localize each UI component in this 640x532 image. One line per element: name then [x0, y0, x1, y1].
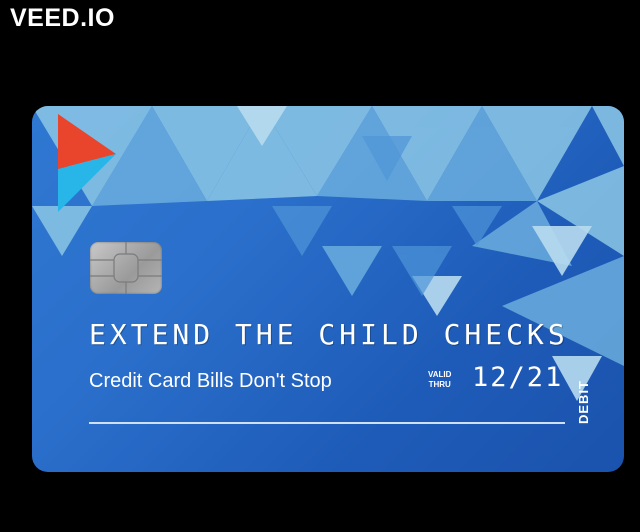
watermark-logo: VEED.IO [10, 4, 115, 32]
card-brand-icon [58, 114, 116, 212]
chip-icon [90, 242, 162, 294]
expiry-date: 12/21 [472, 362, 564, 393]
card-divider [89, 422, 565, 424]
card-subline: Credit Card Bills Don't Stop [89, 370, 332, 392]
credit-card: EXTEND THE CHILD CHECKS Credit Card Bill… [32, 106, 624, 472]
card-type-label: DEBIT [576, 380, 591, 424]
valid-thru-label: VALID THRU [428, 370, 452, 389]
card-headline: EXTEND THE CHILD CHECKS [89, 318, 569, 351]
